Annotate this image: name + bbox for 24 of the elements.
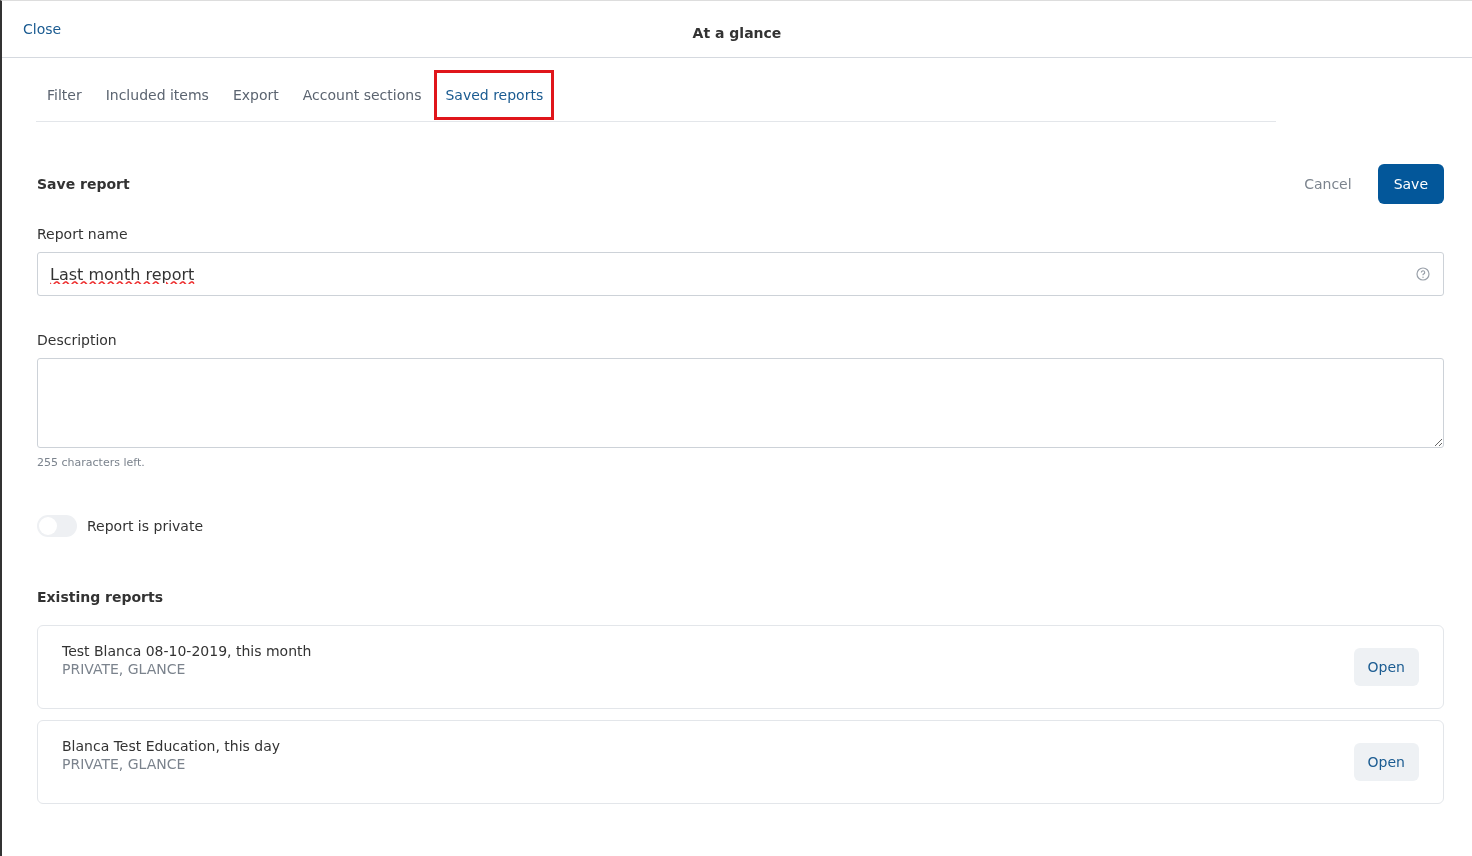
section-heading: Existing reports bbox=[37, 589, 165, 605]
field-label: Report name bbox=[37, 226, 129, 242]
help-icon[interactable] bbox=[1416, 267, 1430, 281]
tab[interactable]: Saved reports bbox=[434, 69, 555, 120]
report-name: Blanca Test Education, this day bbox=[62, 738, 281, 754]
report-name: Test Blanca 08-10-2019, this month bbox=[62, 643, 312, 659]
character-counter: 255 characters left. bbox=[37, 456, 145, 469]
tab[interactable]: Included items bbox=[94, 69, 220, 120]
toggle-label: Report is private bbox=[87, 518, 203, 534]
save-button[interactable]: Save bbox=[1377, 164, 1444, 204]
cancel-button[interactable]: Cancel bbox=[1298, 175, 1358, 193]
report-name-field[interactable]: Last month report bbox=[37, 252, 1444, 296]
tab[interactable]: Export bbox=[221, 69, 290, 120]
open-button[interactable]: Open bbox=[1353, 743, 1419, 781]
report-tags: PRIVATE, GLANCE bbox=[62, 756, 281, 772]
tab[interactable]: Account sections bbox=[291, 69, 433, 120]
open-button[interactable]: Open bbox=[1353, 648, 1419, 686]
dialog-title: At a glance bbox=[692, 25, 782, 41]
report-tags: PRIVATE, GLANCE bbox=[62, 661, 312, 677]
description-field[interactable] bbox=[37, 358, 1444, 448]
tab[interactable]: Filter bbox=[36, 69, 93, 120]
close-link[interactable]: Close bbox=[23, 21, 62, 37]
section-heading: Save report bbox=[37, 176, 130, 192]
field-label: Description bbox=[37, 332, 118, 348]
